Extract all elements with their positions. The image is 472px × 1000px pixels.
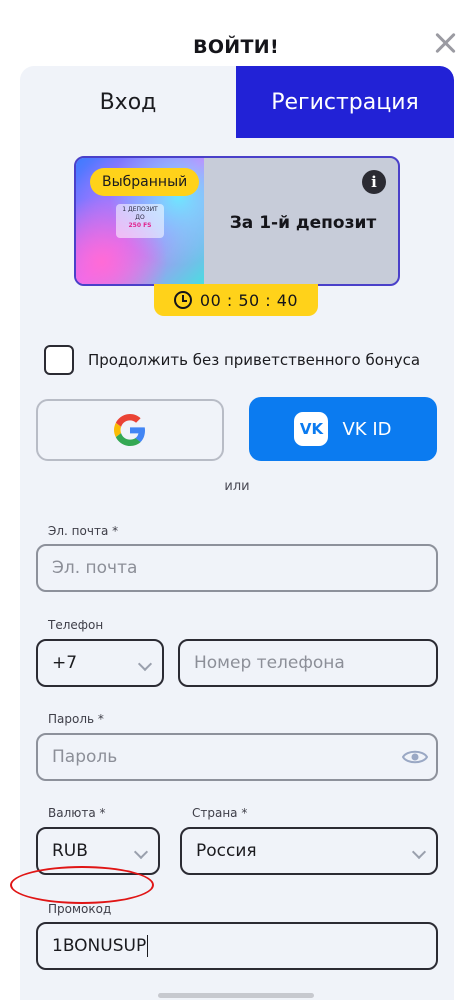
phone-code-value: +7 [52, 653, 78, 673]
bonus-tile-line1: 1 ДЕПОЗИТ [122, 206, 158, 213]
vk-id-label: VK ID [342, 418, 392, 440]
google-icon [114, 414, 145, 446]
phone-label: Телефон [48, 618, 104, 632]
password-label: Пароль * [48, 712, 104, 726]
clock-icon [173, 291, 192, 309]
country-label: Страна * [192, 806, 248, 820]
vk-icon: VK [294, 412, 329, 446]
password-field[interactable]: Пароль [36, 733, 438, 781]
page-title: ВОЙТИ! [193, 36, 279, 58]
google-login-button[interactable] [36, 399, 224, 461]
phone-code-select[interactable]: +7 [36, 639, 164, 687]
no-bonus-checkbox[interactable] [44, 345, 74, 375]
tab-login[interactable]: Вход [20, 66, 236, 138]
vk-id-login-button[interactable]: VK VK ID [249, 397, 437, 461]
currency-label: Валюта * [48, 806, 106, 820]
chevron-down-icon [411, 844, 427, 860]
selected-badge: Выбранный [90, 168, 200, 196]
phone-placeholder: Номер телефона [194, 653, 345, 673]
or-divider: или [224, 479, 250, 494]
close-icon[interactable] [432, 30, 458, 56]
email-label: Эл. почта * [48, 524, 119, 538]
eye-icon[interactable] [402, 748, 428, 766]
text-caret [147, 935, 149, 957]
country-select[interactable]: Россия [180, 827, 438, 875]
promo-value: 1BONUSUP [52, 936, 147, 956]
chevron-down-icon [137, 656, 153, 672]
auth-card: Вход Регистрация 1 ДЕПОЗИТ ДО 250 FS Выб… [20, 66, 454, 1000]
promo-highlight-annotation [10, 866, 154, 904]
no-bonus-checkbox-row[interactable]: Продолжить без приветственного бонуса [44, 345, 420, 375]
no-bonus-checkbox-label: Продолжить без приветственного бонуса [88, 351, 421, 369]
auth-tabs: Вход Регистрация [20, 66, 454, 138]
phone-number-field[interactable]: Номер телефона [178, 639, 438, 687]
tab-register[interactable]: Регистрация [236, 66, 454, 138]
info-icon[interactable]: i [362, 170, 386, 194]
email-placeholder: Эл. почта [52, 558, 138, 578]
promo-code-field[interactable]: 1BONUSUP [36, 922, 438, 970]
bonus-card[interactable]: 1 ДЕПОЗИТ ДО 250 FS Выбранный За 1-й деп… [74, 156, 400, 286]
bonus-timer: 00 : 50 : 40 [154, 284, 318, 316]
currency-value: RUB [52, 841, 88, 861]
bonus-tile-line3: 250 FS [128, 222, 152, 229]
bonus-tile-line2: ДО [135, 214, 145, 221]
home-indicator [158, 993, 314, 998]
bonus-image-tile: 1 ДЕПОЗИТ ДО 250 FS [116, 204, 164, 238]
password-placeholder: Пароль [52, 747, 118, 767]
chevron-down-icon [133, 844, 149, 860]
promo-label: Промокод [48, 902, 112, 916]
email-field[interactable]: Эл. почта [36, 544, 438, 592]
timer-value: 00 : 50 : 40 [199, 290, 299, 310]
country-value: Россия [196, 841, 257, 861]
